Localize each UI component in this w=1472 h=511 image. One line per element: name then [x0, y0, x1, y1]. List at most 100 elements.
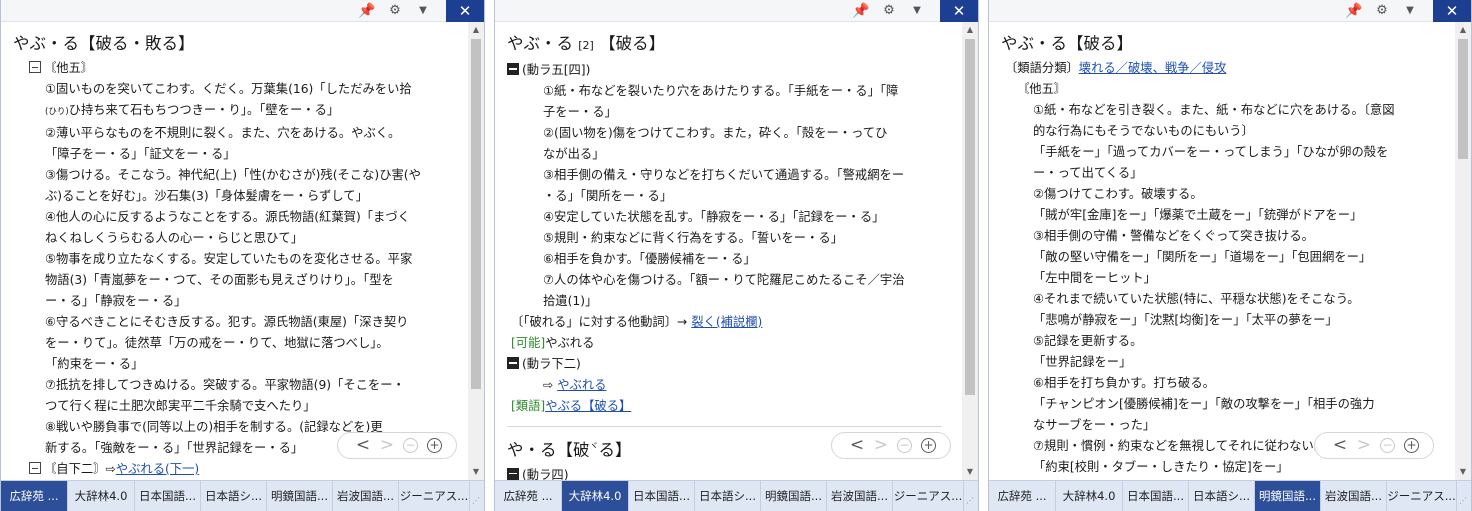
history-nav: < > − + — [831, 432, 951, 459]
entry-line: つて行く程に土肥次郎実平二千余騎で支へたり」 — [13, 396, 448, 417]
tab-koujien[interactable]: 広辞苑 ... — [495, 481, 562, 511]
pin-icon[interactable]: 📌 — [1345, 2, 1363, 20]
tab-nikkoku[interactable]: 日本国語... — [1123, 481, 1189, 511]
scroll-thumb[interactable] — [965, 39, 975, 395]
tab-meikyou[interactable]: 明鏡国語... — [267, 481, 333, 511]
chevron-down-icon[interactable]: ▼ — [908, 2, 926, 20]
entry-text: 新する。「強敵をー・る」「世界記録をー・る」 — [45, 441, 304, 455]
tab-koujien[interactable]: 広辞苑 ... — [1, 481, 68, 511]
entry-text: ③相手側の守備・警備などをくぐって突き抜ける。 — [1033, 229, 1314, 243]
collapse-icon[interactable] — [507, 467, 519, 480]
collapse-icon[interactable] — [29, 61, 41, 73]
pin-icon[interactable]: 📌 — [852, 2, 870, 20]
vertical-scrollbar[interactable]: ▲ ▼ — [1455, 22, 1471, 480]
back-button[interactable]: < — [1329, 433, 1351, 458]
history-nav: < > − + — [337, 432, 457, 459]
scroll-up-icon[interactable]: ▲ — [468, 22, 484, 38]
scroll-up-icon[interactable]: ▲ — [962, 22, 978, 38]
entry-line: ⑤記録を更新する。 — [1001, 331, 1435, 352]
scroll-up-icon[interactable]: ▲ — [1455, 22, 1471, 38]
tab-daijirin[interactable]: 大辞林4.0 — [562, 481, 629, 511]
vertical-scrollbar[interactable]: ▲ ▼ — [962, 22, 978, 480]
tab-iwanami[interactable]: 岩波国語... — [827, 481, 893, 511]
gear-icon[interactable]: ⚙ — [386, 2, 404, 20]
zoom-in-button[interactable]: + — [1404, 438, 1419, 453]
entry-line: ⑥相手を打ち負かす。打ち破る。 — [1001, 373, 1435, 394]
entry-line: 「約束をー・る」 — [13, 354, 448, 375]
back-button[interactable]: < — [846, 433, 868, 458]
tab-meikyou[interactable]: 明鏡国語... — [1255, 481, 1321, 511]
tab-meikyou[interactable]: 明鏡国語... — [761, 481, 827, 511]
vertical-scrollbar[interactable]: ▲ ▼ — [468, 22, 484, 480]
tab-nikkoku[interactable]: 日本国語... — [629, 481, 695, 511]
forward-button[interactable]: > — [376, 433, 398, 458]
pin-icon[interactable]: 📌 — [358, 2, 376, 20]
collapse-icon[interactable] — [507, 357, 519, 369]
entry-line: 「障子をー・る」「証文をー・る」 — [13, 144, 448, 165]
tab-nihongo-shisaurusu[interactable]: 日本語シ... — [201, 481, 267, 511]
tab-daijirin[interactable]: 大辞林4.0 — [1056, 481, 1123, 511]
scroll-thumb[interactable] — [1458, 39, 1468, 159]
entry-line: ⑤物事を成り立たなくする。安定していたものを変化させる。平家 — [13, 249, 448, 270]
close-button[interactable]: ✕ — [1433, 0, 1471, 22]
entry-line: ①固いものを突いてこわす。くだく。万葉集(16)「しただみをい拾 — [13, 79, 448, 100]
entry-line: ③傷つける。そこなう。神代紀(上)「性(かむさが)残(そこな)ひ害(や — [13, 165, 448, 186]
entry-line: 〘他五〙 — [13, 58, 448, 79]
entry-line: ②(固い物を)傷をつけてこわす。また，砕く。「殻をー・ってひ — [507, 123, 942, 144]
close-button[interactable]: ✕ — [446, 0, 484, 22]
headword: やぶ・る [2] 【破る】 — [507, 34, 666, 53]
resize-grip-icon[interactable]: ⋰ — [472, 497, 482, 508]
gear-icon[interactable]: ⚙ — [1373, 2, 1391, 20]
entry-line: 「賊が牢[金庫]をー」「爆薬で土蔵をー」「銃弾がドアをー」 — [1001, 205, 1435, 226]
cross-reference-link[interactable]: 裂く(補説欄) — [691, 315, 762, 329]
scroll-down-icon[interactable]: ▼ — [1455, 464, 1471, 480]
tab-genius[interactable]: ジーニアス... — [399, 481, 470, 511]
tab-daijirin[interactable]: 大辞林4.0 — [68, 481, 135, 511]
zoom-in-button[interactable]: + — [427, 438, 442, 453]
tab-nihongo-shisaurusu[interactable]: 日本語シ... — [1189, 481, 1255, 511]
entry-text: ①紙・布などを裂いたり穴をあけたりする。「手紙をー・る」「障 — [543, 84, 899, 98]
close-button[interactable]: ✕ — [940, 0, 978, 22]
back-button[interactable]: < — [352, 433, 374, 458]
entry-line: ー・って出てくる」 — [1001, 163, 1435, 184]
zoom-out-button[interactable]: − — [1380, 438, 1395, 453]
tab-koujien[interactable]: 広辞苑 ... — [989, 481, 1056, 511]
scroll-down-icon[interactable]: ▼ — [468, 464, 484, 480]
scroll-down-icon[interactable]: ▼ — [962, 464, 978, 480]
cross-reference-link[interactable]: やぶる【破る】 — [545, 399, 631, 413]
tab-iwanami[interactable]: 岩波国語... — [1321, 481, 1387, 511]
cross-reference-link[interactable]: 壊れる／破壊、戦争／侵攻 — [1079, 61, 1227, 75]
resize-grip-icon[interactable]: ⋰ — [966, 497, 976, 508]
cross-reference-link[interactable]: やぶれる — [557, 378, 606, 392]
resize-grip-icon[interactable]: ⋰ — [1459, 497, 1469, 508]
collapse-icon[interactable] — [507, 63, 519, 75]
chevron-down-icon[interactable]: ▼ — [414, 2, 432, 20]
tab-genius[interactable]: ジーニアス... — [1387, 481, 1457, 511]
chevron-down-icon[interactable]: ▼ — [1401, 2, 1419, 20]
zoom-out-button[interactable]: − — [897, 438, 912, 453]
forward-button[interactable]: > — [870, 433, 892, 458]
entry-text: 「約束[校則・タブー・しきたり・協定]をー」 — [1033, 460, 1289, 474]
entry-text: ー・って出てくる」 — [1033, 166, 1143, 180]
entry-text: なサーブをー・った」 — [1033, 418, 1156, 432]
entry-text: (動ラ五[四]) — [522, 63, 591, 77]
entry-line: 的な行為にもそうでないものにもいう〕 — [1001, 121, 1435, 142]
entry-line: 〘自下二〙⇨やぶれる(下一) — [13, 459, 448, 480]
zoom-in-button[interactable]: + — [921, 438, 936, 453]
panel-titlebar: 📌 ⚙ ▼ ✕ — [989, 0, 1471, 22]
cross-reference-link[interactable]: やぶれる(下一) — [116, 462, 199, 476]
gear-icon[interactable]: ⚙ — [880, 2, 898, 20]
tab-genius[interactable]: ジーニアス... — [893, 481, 964, 511]
collapse-icon[interactable] — [29, 462, 41, 474]
entry-line: ⑥相手を負かす。「優勝候補をー・る」 — [507, 249, 942, 270]
tab-nihongo-shisaurusu[interactable]: 日本語シ... — [695, 481, 761, 511]
scroll-thumb[interactable] — [471, 39, 481, 389]
forward-button[interactable]: > — [1353, 433, 1375, 458]
zoom-out-button[interactable]: − — [403, 438, 418, 453]
tab-iwanami[interactable]: 岩波国語... — [333, 481, 399, 511]
entry-text: ④それまで続いていた状態(特に、平穏な状態)をそこなう。 — [1033, 292, 1360, 306]
entry-text: ④安定していた状態を乱す。「静寂をー・る」「記録をー・る」 — [543, 210, 885, 224]
entry-text: ⑥相手を負かす。「優勝候補をー・る」 — [543, 252, 756, 266]
tab-nikkoku[interactable]: 日本国語... — [135, 481, 201, 511]
entry-text: (動ラ下二) — [522, 357, 581, 371]
